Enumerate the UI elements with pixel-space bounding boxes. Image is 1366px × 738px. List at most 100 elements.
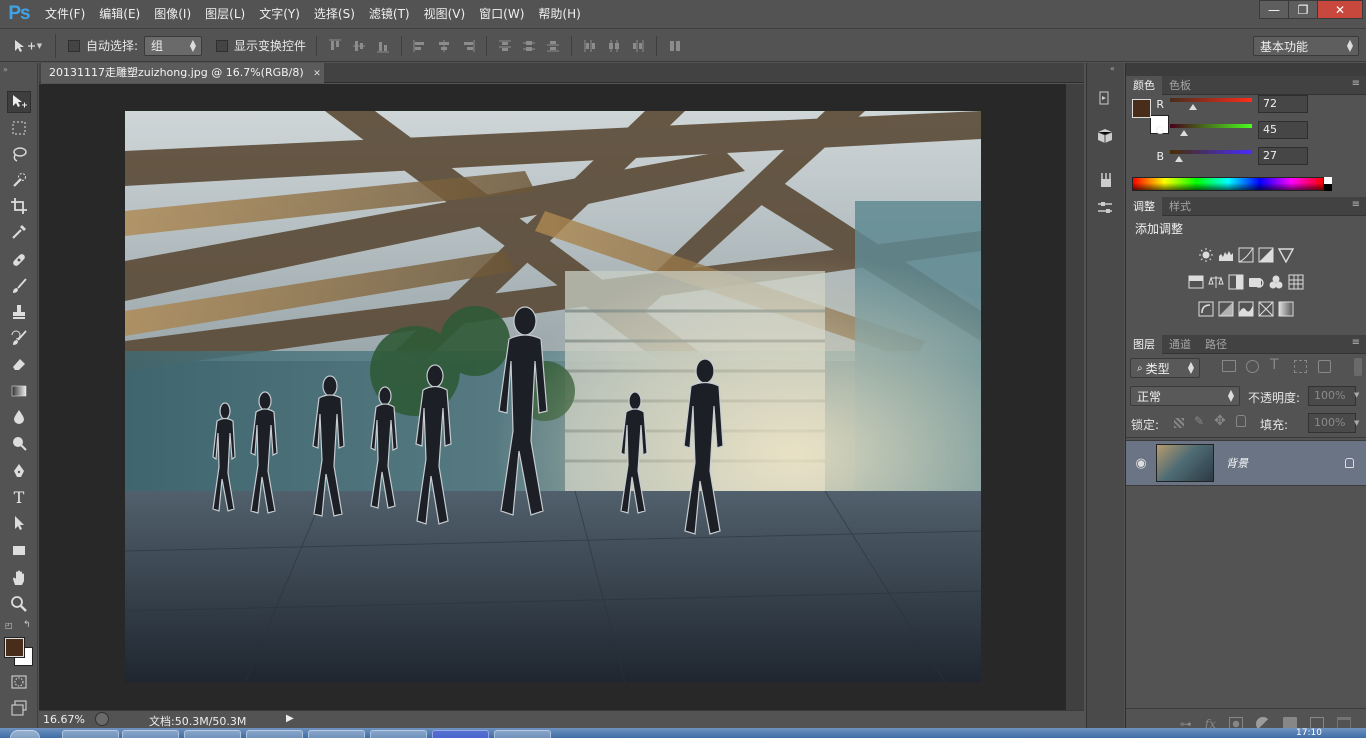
black-white-icon[interactable] xyxy=(1228,274,1244,290)
shape-tool[interactable] xyxy=(7,539,31,561)
green-slider-thumb[interactable] xyxy=(1180,130,1189,136)
minimize-button[interactable]: — xyxy=(1259,0,1289,19)
auto-select-checkbox[interactable] xyxy=(68,39,80,52)
taskbar-item[interactable] xyxy=(122,730,179,738)
vibrance-icon[interactable] xyxy=(1278,247,1294,263)
tab-paths[interactable]: 路径 xyxy=(1198,335,1234,354)
red-slider[interactable] xyxy=(1170,98,1252,110)
filter-pixel-icon[interactable] xyxy=(1222,360,1236,372)
taskbar-item[interactable] xyxy=(308,730,365,738)
brush-presets-button[interactable] xyxy=(1094,169,1116,191)
path-selection-tool[interactable] xyxy=(7,512,31,534)
tab-adjustments[interactable]: 调整 xyxy=(1126,197,1162,216)
taskbar-item[interactable] xyxy=(432,730,489,738)
menu-edit[interactable]: 编辑(E) xyxy=(92,0,147,29)
lock-all-icon[interactable] xyxy=(1236,415,1246,427)
fill-field[interactable]: 100% xyxy=(1308,413,1356,433)
align-top-icon[interactable] xyxy=(328,39,342,53)
auto-select-dropdown[interactable]: 组 ▲ ▼ xyxy=(144,35,203,56)
layer-row-background[interactable]: ◉ 背景 xyxy=(1126,440,1366,486)
properties-panel-button[interactable] xyxy=(1094,125,1116,147)
default-colors-icon[interactable]: ◰ xyxy=(5,621,15,631)
color-spectrum-bar[interactable] xyxy=(1132,177,1324,191)
filter-smart-object-icon[interactable] xyxy=(1318,360,1331,373)
brush-tool[interactable] xyxy=(7,275,31,297)
dodge-tool[interactable] xyxy=(7,432,31,454)
selective-color-icon[interactable] xyxy=(1258,301,1274,317)
lock-position-icon[interactable]: ✥ xyxy=(1214,413,1226,429)
taskbar-item[interactable] xyxy=(370,730,427,738)
align-hcenter-icon[interactable] xyxy=(437,39,451,53)
foreground-color-swatch[interactable] xyxy=(4,637,25,658)
menu-layer[interactable]: 图层(L) xyxy=(198,0,252,29)
levels-icon[interactable] xyxy=(1218,247,1234,263)
blend-mode-dropdown[interactable]: 正常 ▲ ▼ xyxy=(1130,386,1240,406)
start-button[interactable] xyxy=(10,730,40,738)
menu-help[interactable]: 帮助(H) xyxy=(531,0,587,29)
spectrum-white-swatch[interactable] xyxy=(1324,177,1332,184)
layer-name[interactable]: 背景 xyxy=(1226,455,1248,471)
menu-filter[interactable]: 滤镜(T) xyxy=(362,0,417,29)
distribute-top-icon[interactable] xyxy=(498,39,512,53)
filter-adjustment-icon[interactable] xyxy=(1246,360,1259,373)
eyedropper-tool[interactable] xyxy=(7,221,31,243)
taskbar-item[interactable] xyxy=(246,730,303,738)
channel-mixer-icon[interactable] xyxy=(1268,274,1284,290)
menu-window[interactable]: 窗口(W) xyxy=(472,0,531,29)
history-panel-button[interactable] xyxy=(1094,87,1116,109)
crop-tool[interactable] xyxy=(7,195,31,217)
blue-slider-thumb[interactable] xyxy=(1174,156,1183,162)
blur-tool[interactable] xyxy=(7,406,31,428)
tab-styles[interactable]: 样式 xyxy=(1162,197,1198,216)
blue-value-field[interactable]: 27 xyxy=(1258,147,1308,165)
show-transform-checkbox[interactable] xyxy=(216,39,229,52)
zoom-level[interactable]: 16.67% xyxy=(43,713,85,726)
red-value-field[interactable]: 72 xyxy=(1258,95,1308,113)
blue-slider[interactable] xyxy=(1170,150,1252,162)
posterize-icon[interactable] xyxy=(1218,301,1234,317)
brightness-contrast-icon[interactable] xyxy=(1198,247,1214,263)
menu-image[interactable]: 图像(I) xyxy=(147,0,198,29)
spectrum-black-swatch[interactable] xyxy=(1324,184,1332,191)
red-slider-thumb[interactable] xyxy=(1189,104,1198,110)
green-value-field[interactable]: 45 xyxy=(1258,121,1308,139)
menu-file[interactable]: 文件(F) xyxy=(38,0,92,29)
align-bottom-icon[interactable] xyxy=(376,39,390,53)
green-slider[interactable] xyxy=(1170,124,1252,136)
filter-shape-icon[interactable] xyxy=(1294,360,1307,373)
zoom-tool[interactable] xyxy=(7,593,31,615)
threshold-icon[interactable] xyxy=(1238,301,1254,317)
type-tool[interactable]: T xyxy=(7,486,31,508)
menu-type[interactable]: 文字(Y) xyxy=(252,0,307,29)
chevron-down-icon[interactable]: ▼ xyxy=(1354,419,1359,427)
exposure-icon[interactable] xyxy=(1258,247,1274,263)
collapse-arrows-icon[interactable]: « xyxy=(1110,64,1115,73)
healing-brush-tool[interactable] xyxy=(7,249,31,271)
quick-mask-button[interactable] xyxy=(7,671,31,693)
collapse-arrows-icon[interactable]: » xyxy=(3,65,8,74)
lock-pixels-icon[interactable]: ✎ xyxy=(1194,414,1204,428)
status-info-icon[interactable] xyxy=(95,712,109,726)
menu-select[interactable]: 选择(S) xyxy=(307,0,362,29)
move-tool[interactable] xyxy=(7,91,31,113)
curves-icon[interactable] xyxy=(1238,247,1254,263)
taskbar-item[interactable] xyxy=(184,730,241,738)
menu-view[interactable]: 视图(V) xyxy=(417,0,473,29)
tab-layers[interactable]: 图层 xyxy=(1126,335,1162,354)
document-image[interactable] xyxy=(125,111,981,682)
opacity-field[interactable]: 100% xyxy=(1308,386,1356,406)
tool-preset-picker[interactable]: ▼ xyxy=(0,33,56,58)
align-vcenter-icon[interactable] xyxy=(352,39,366,53)
hue-saturation-icon[interactable] xyxy=(1188,274,1204,290)
pen-tool[interactable] xyxy=(7,460,31,482)
distribute-left-icon[interactable] xyxy=(583,39,597,53)
document-tab[interactable]: 20131117走雕塑zuizhong.jpg @ 16.7%(RGB/8) ✕ xyxy=(41,63,324,83)
swap-colors-icon[interactable]: ↰ xyxy=(23,620,31,630)
lasso-tool[interactable] xyxy=(7,143,31,165)
tool-presets-button[interactable] xyxy=(1094,197,1116,219)
color-lookup-icon[interactable] xyxy=(1288,274,1304,290)
taskbar-item[interactable] xyxy=(62,730,119,738)
restore-button[interactable]: ❐ xyxy=(1288,0,1318,19)
lock-transparency-icon[interactable] xyxy=(1174,418,1184,428)
filter-type-icon[interactable]: T xyxy=(1270,357,1279,373)
